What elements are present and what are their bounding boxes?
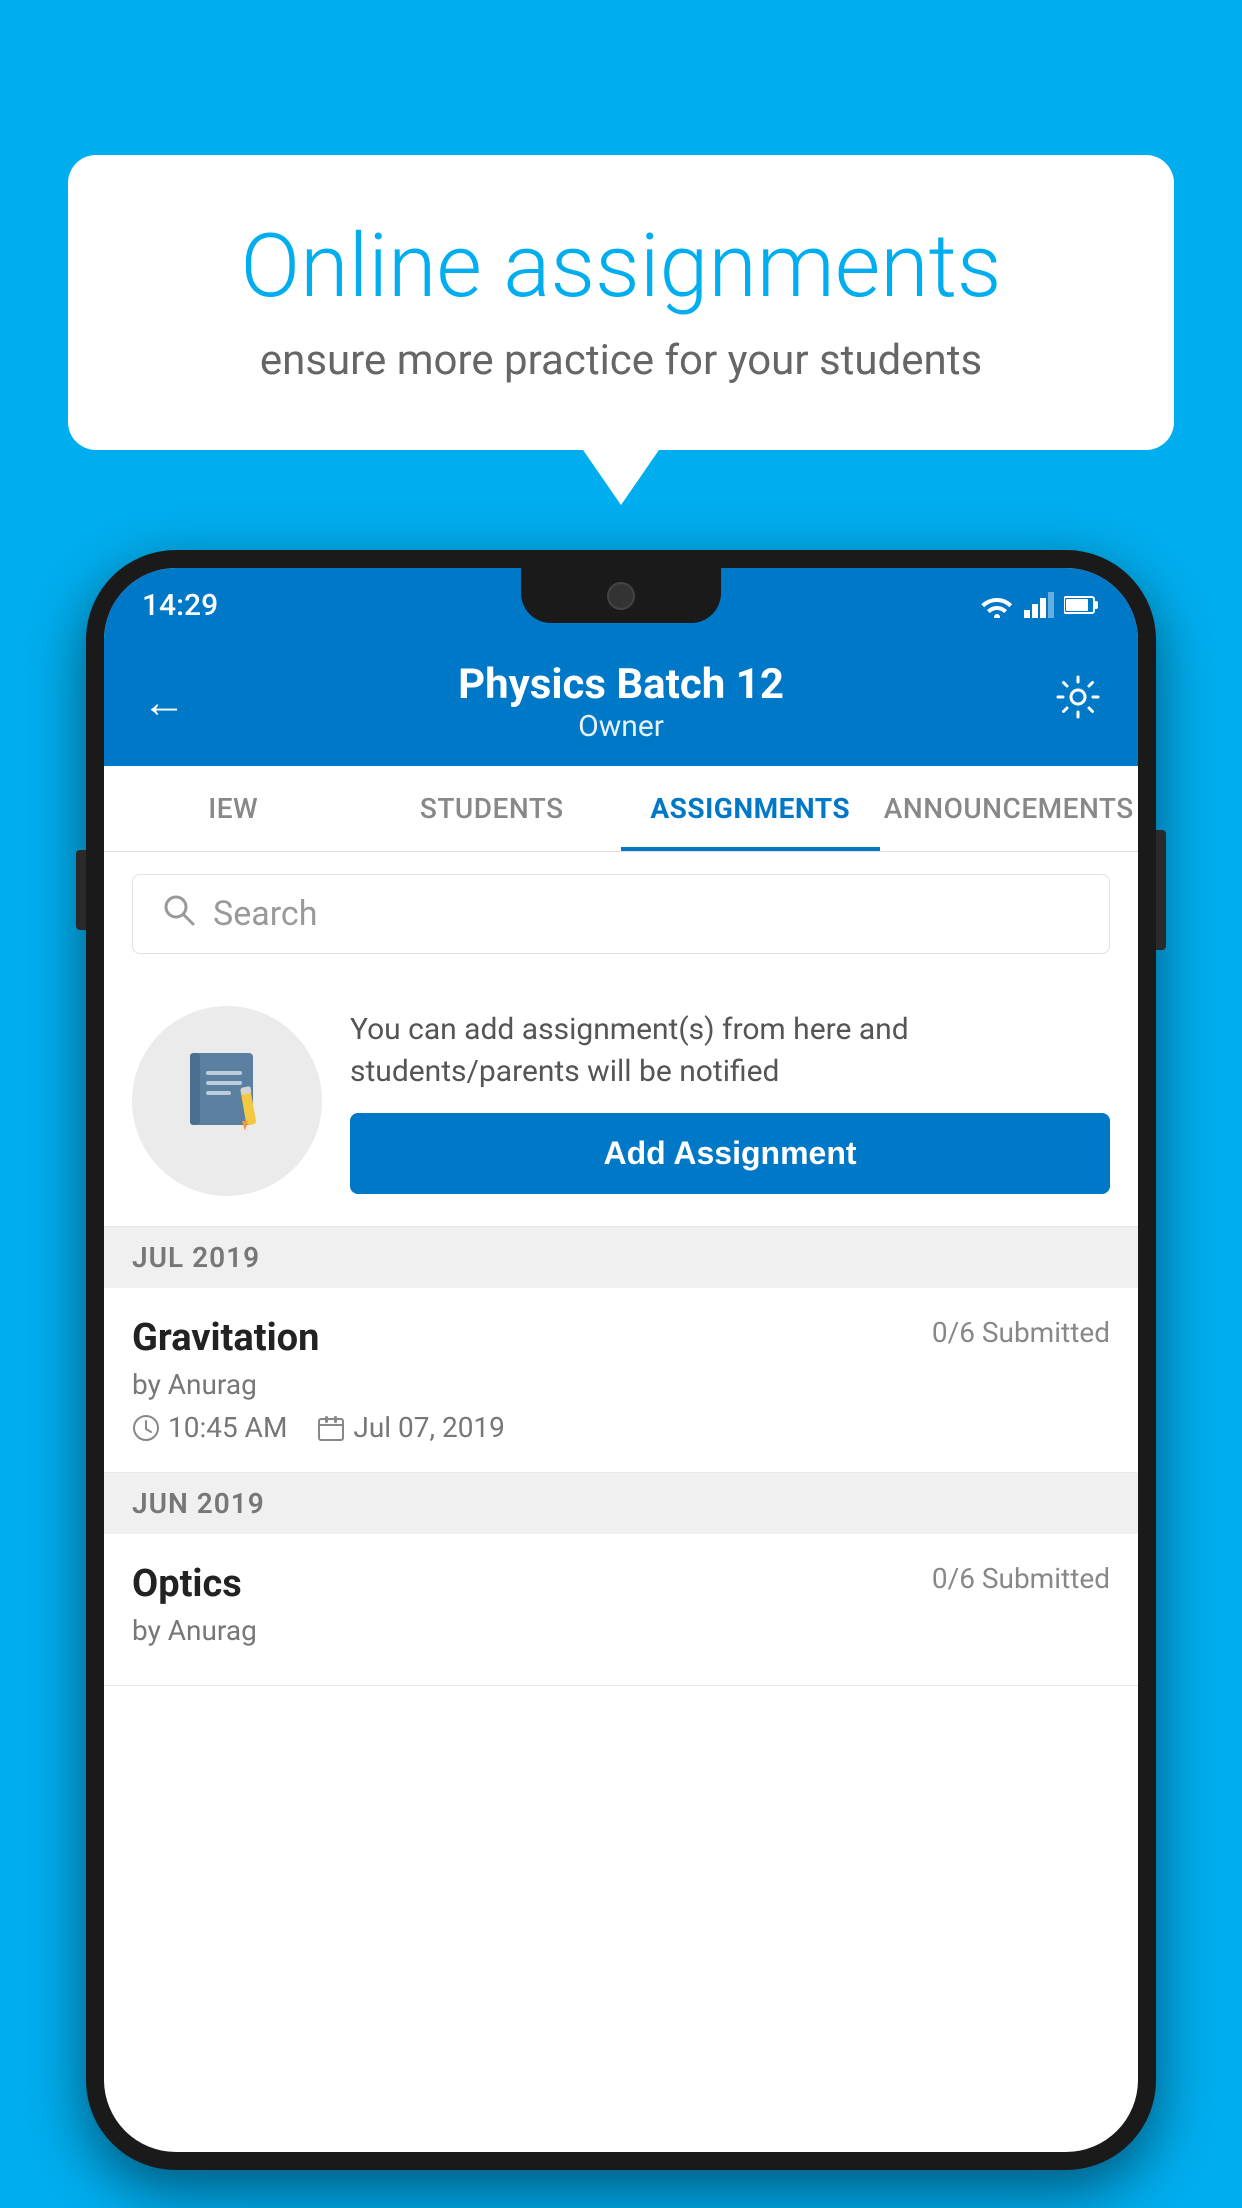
assignment-name-optics: Optics [132, 1562, 242, 1606]
search-container: Search [104, 852, 1138, 976]
assignment-datetime: 10:45 AM Jul 07, 2019 [132, 1411, 1110, 1444]
assignment-date: Jul 07, 2019 [353, 1411, 505, 1444]
assignment-submitted: 0/6 Submitted [932, 1316, 1110, 1349]
search-bar[interactable]: Search [132, 874, 1110, 954]
add-assignment-text-area: You can add assignment(s) from here and … [350, 1009, 1110, 1194]
search-icon [161, 892, 197, 937]
notebook-icon [180, 1043, 275, 1160]
assignment-name: Gravitation [132, 1316, 319, 1360]
speech-bubble: Online assignments ensure more practice … [68, 155, 1174, 450]
status-time: 14:29 [142, 588, 218, 623]
search-placeholder: Search [213, 894, 317, 934]
assignment-by: by Anurag [132, 1368, 1110, 1401]
assignment-time: 10:45 AM [168, 1411, 287, 1444]
assignment-row1-optics: Optics 0/6 Submitted [132, 1562, 1110, 1606]
settings-button[interactable] [1056, 675, 1100, 730]
header-subtitle: Owner [458, 709, 784, 744]
clock-icon [132, 1414, 160, 1442]
battery-icon [1064, 595, 1100, 615]
header-title: Physics Batch 12 [458, 660, 784, 709]
add-assignment-section: You can add assignment(s) from here and … [104, 976, 1138, 1227]
assignment-submitted-optics: 0/6 Submitted [932, 1562, 1110, 1595]
section-header-jun-2019: JUN 2019 [104, 1473, 1138, 1534]
tabs-bar: IEW STUDENTS ASSIGNMENTS ANNOUNCEMENTS [104, 766, 1138, 852]
assignment-icon-circle [132, 1006, 322, 1196]
assignment-item-gravitation[interactable]: Gravitation 0/6 Submitted by Anurag 10:4… [104, 1288, 1138, 1473]
assignment-row1: Gravitation 0/6 Submitted [132, 1316, 1110, 1360]
tab-students[interactable]: STUDENTS [363, 766, 622, 851]
signal-icon [1024, 592, 1054, 618]
speech-bubble-title: Online assignments [148, 215, 1094, 318]
header-center: Physics Batch 12 Owner [458, 660, 784, 744]
back-button[interactable]: ← [142, 676, 186, 728]
assignment-time-entry: 10:45 AM [132, 1411, 287, 1444]
wifi-icon [980, 592, 1014, 618]
side-button-right [1156, 830, 1166, 950]
phone-camera [607, 582, 635, 610]
side-button-left [76, 850, 86, 930]
calendar-icon [317, 1414, 345, 1442]
phone-screen: 14:29 [104, 568, 1138, 2152]
phone-mockup: 14:29 [86, 550, 1156, 2170]
phone-outer: 14:29 [86, 550, 1156, 2170]
app-header: ← Physics Batch 12 Owner [104, 632, 1138, 766]
tab-assignments[interactable]: ASSIGNMENTS [621, 766, 880, 851]
assignment-item-optics[interactable]: Optics 0/6 Submitted by Anurag [104, 1534, 1138, 1686]
add-assignment-description: You can add assignment(s) from here and … [350, 1009, 1110, 1093]
assignment-date-entry: Jul 07, 2019 [317, 1411, 505, 1444]
speech-bubble-subtitle: ensure more practice for your students [148, 336, 1094, 385]
phone-notch [521, 568, 721, 623]
tab-iew[interactable]: IEW [104, 766, 363, 851]
section-header-jul-2019: JUL 2019 [104, 1227, 1138, 1288]
assignment-by-optics: by Anurag [132, 1614, 1110, 1647]
status-icons [980, 592, 1100, 618]
speech-bubble-container: Online assignments ensure more practice … [68, 155, 1174, 450]
tab-announcements[interactable]: ANNOUNCEMENTS [880, 766, 1139, 851]
add-assignment-button[interactable]: Add Assignment [350, 1113, 1110, 1194]
